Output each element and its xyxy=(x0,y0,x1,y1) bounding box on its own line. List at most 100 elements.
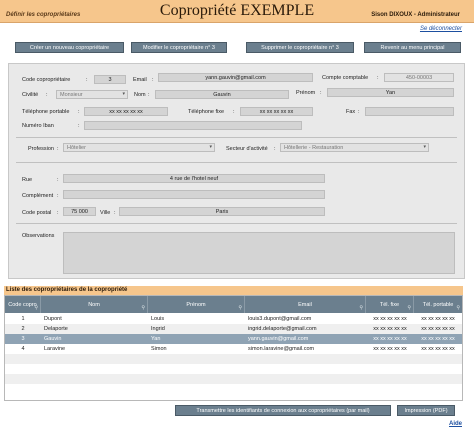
city-field[interactable]: Paris xyxy=(119,207,325,216)
divider xyxy=(16,162,457,163)
table-row-empty xyxy=(5,354,462,364)
column-header-phone[interactable]: Tél. fixe ⚲ xyxy=(366,296,414,313)
name-label: Nom xyxy=(134,92,146,98)
transmit-credentials-button[interactable]: Transmettre les identifiants de connexio… xyxy=(175,405,391,416)
column-header-firstname[interactable]: Prénom ⚲ xyxy=(148,296,245,313)
row-email: ingrid.delaporte@gmail.com xyxy=(248,326,317,332)
fax-field[interactable] xyxy=(365,107,454,116)
table-row[interactable]: 4 Laravine Simon simon.laravine@gmail.co… xyxy=(5,344,462,354)
colon: : xyxy=(57,210,59,216)
logout-link[interactable]: Se déconnecter xyxy=(420,26,462,32)
column-header-mobile[interactable]: Tél. portable ⚲ xyxy=(414,296,462,313)
column-header-email[interactable]: Email ⚲ xyxy=(245,296,366,313)
row-mobile: xx xx xx xx xx xyxy=(421,336,455,342)
account-field[interactable]: 450-00003 xyxy=(384,73,454,82)
row-firstname: Ingrid xyxy=(151,326,165,332)
zip-field[interactable]: 75 000 xyxy=(63,207,96,216)
civility-label: Civilité xyxy=(22,92,39,98)
magnifier-icon[interactable]: ⚲ xyxy=(359,305,363,311)
colon: : xyxy=(148,92,150,98)
chevron-down-icon: ▾ xyxy=(423,144,426,150)
observations-field[interactable] xyxy=(63,232,455,274)
row-mobile: xx xx xx xx xx xyxy=(421,326,455,332)
delete-owner-button[interactable]: Supprimer le copropriétaire n° 3 xyxy=(246,42,354,53)
observations-label: Observations xyxy=(22,233,55,239)
mobile-field[interactable]: xx xx xx xx xx xyxy=(84,107,168,116)
row-name: Laravine xyxy=(44,346,66,352)
print-pdf-button[interactable]: Impression (PDF) xyxy=(397,405,455,416)
zip-label: Code postal xyxy=(22,210,52,216)
create-owner-button[interactable]: Créer un nouveau copropriétaire xyxy=(15,42,124,53)
row-email: louis3.dupont@gmail.com xyxy=(248,316,312,322)
iban-field[interactable] xyxy=(84,121,302,130)
city-label: Ville xyxy=(100,210,111,216)
code-label: Code copropriétaire xyxy=(22,77,71,83)
colon: : xyxy=(78,123,80,129)
name-field[interactable]: Gauvin xyxy=(155,90,289,99)
row-phone: xx xx xx xx xx xyxy=(373,316,407,322)
back-to-menu-button[interactable]: Revenir au menu principal xyxy=(364,42,461,53)
column-header-code[interactable]: Code copro ⚲ xyxy=(5,296,41,313)
table-row[interactable]: 1 Dupont Louis louis3.dupont@gmail.com x… xyxy=(5,314,462,324)
phone-label: Téléphone fixe xyxy=(188,109,225,115)
firstname-field[interactable]: Yan xyxy=(327,88,454,97)
street-field[interactable]: 4 rue de l'hotel neuf xyxy=(63,174,325,183)
app-header: Définir les copropriétaires Copropriété … xyxy=(0,0,474,23)
colon: : xyxy=(57,146,59,152)
colon: : xyxy=(274,146,276,152)
colon: : xyxy=(152,77,154,83)
table-row-empty xyxy=(5,374,462,384)
row-firstname: Simon xyxy=(151,346,167,352)
owners-list-title: Liste des copropriétaires de la copropri… xyxy=(4,286,463,295)
complement-label: Complément xyxy=(22,193,54,199)
table-row-selected[interactable]: 3 Gauvin Yan yann.gauvin@gmail.com xx xx… xyxy=(5,334,462,344)
phone-field[interactable]: xx xx xx xx xx xyxy=(240,107,313,116)
fax-label: Fax xyxy=(346,109,356,115)
email-field[interactable]: yann.gauvin@gmail.com xyxy=(158,73,313,82)
mobile-label: Téléphone portable xyxy=(22,109,70,115)
edit-owner-button[interactable]: Modifier le copropriétaire n° 3 xyxy=(131,42,227,53)
profession-label: Profession xyxy=(28,146,54,152)
row-mobile: xx xx xx xx xx xyxy=(421,346,455,352)
row-code: 4 xyxy=(21,346,25,352)
colon: : xyxy=(78,109,80,115)
profession-value: Hôtelier xyxy=(67,144,86,151)
chevron-down-icon: ▾ xyxy=(209,144,212,150)
help-link[interactable]: Aide xyxy=(449,421,462,427)
sector-select[interactable]: Hôtellerie - Restauration ▾ xyxy=(280,143,429,152)
firstname-label: Prénom xyxy=(296,90,316,96)
colon: : xyxy=(377,75,379,81)
owners-table: Code copro ⚲ Nom ⚲ Prénom ⚲ Email ⚲ Tél. fix… xyxy=(4,295,463,401)
row-name: Dupont xyxy=(44,316,62,322)
magnifier-icon[interactable]: ⚲ xyxy=(407,305,411,311)
divider xyxy=(16,223,457,224)
row-code: 3 xyxy=(21,336,25,342)
table-row[interactable]: 2 Delaporte Ingrid ingrid.delaporte@gmai… xyxy=(5,324,462,334)
row-phone: xx xx xx xx xx xyxy=(373,336,407,342)
street-label: Rue xyxy=(22,177,33,183)
row-name: Gauvin xyxy=(44,336,62,342)
profession-select[interactable]: Hôtelier ▾ xyxy=(63,143,215,152)
divider xyxy=(16,137,457,138)
colon: : xyxy=(86,77,88,83)
civility-value: Monsieur xyxy=(60,91,83,98)
code-field[interactable]: 3 xyxy=(94,75,126,84)
magnifier-icon[interactable]: ⚲ xyxy=(456,305,460,311)
row-email: yann.gauvin@gmail.com xyxy=(248,336,309,342)
magnifier-icon[interactable]: ⚲ xyxy=(34,305,38,311)
column-header-name[interactable]: Nom ⚲ xyxy=(41,296,148,313)
colon: : xyxy=(57,193,59,199)
complement-field[interactable] xyxy=(63,190,325,199)
row-code: 2 xyxy=(21,326,25,332)
colon: : xyxy=(320,90,322,96)
row-mobile: xx xx xx xx xx xyxy=(421,316,455,322)
row-firstname: Louis xyxy=(151,316,165,322)
row-name: Delaporte xyxy=(44,326,68,332)
table-row-empty xyxy=(5,384,462,394)
magnifier-icon[interactable]: ⚲ xyxy=(141,305,145,311)
colon: : xyxy=(46,92,48,98)
row-code: 1 xyxy=(21,316,25,322)
colon: : xyxy=(233,109,235,115)
civility-select[interactable]: Monsieur ▾ xyxy=(56,90,128,99)
magnifier-icon[interactable]: ⚲ xyxy=(238,305,242,311)
